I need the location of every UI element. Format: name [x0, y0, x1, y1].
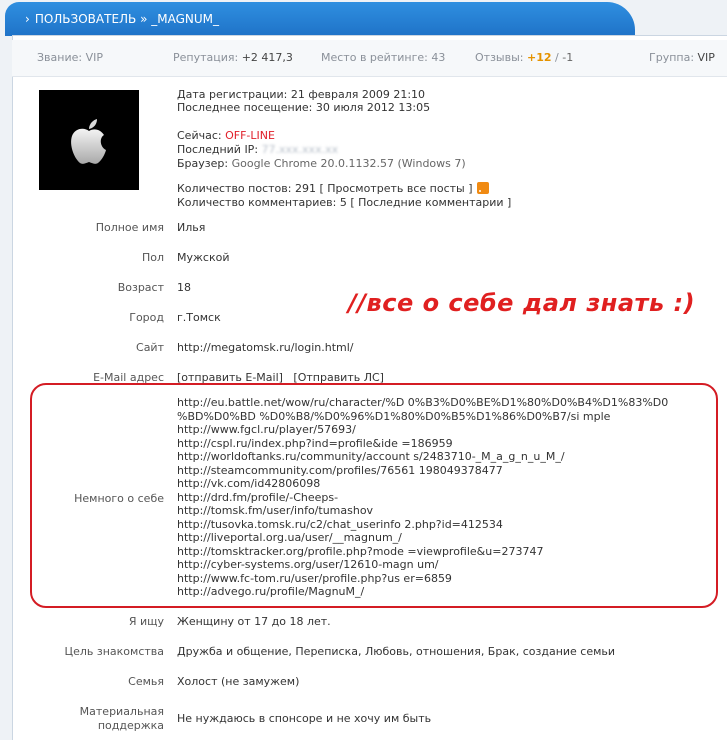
last-comments-link[interactable]: [ Последние комментарии ]	[350, 196, 511, 209]
last-visit: Последнее посещение: 30 июля 2012 13:05	[177, 101, 431, 114]
group-stat: Группа: VIP	[649, 51, 715, 64]
reviews-negative[interactable]: -1	[562, 51, 573, 64]
group-value: VIP	[697, 51, 715, 64]
support-label-line1: Материальная	[79, 705, 164, 718]
rating-place-stat: Место в рейтинге: 43	[321, 51, 445, 64]
rating-place-label: Место в рейтинге:	[321, 51, 428, 64]
rank-value: VIP	[85, 51, 103, 64]
browser-line: Браузер: Google Chrome 20.0.1132.57 (Win…	[177, 157, 466, 170]
family-label: Семья	[128, 675, 164, 688]
site-label: Сайт	[136, 341, 164, 354]
full-name-value: Илья	[177, 221, 206, 234]
city-label: Город	[129, 311, 164, 324]
sex-label: Пол	[141, 251, 164, 264]
sex-value: Мужской	[177, 251, 230, 264]
chevron-right-icon: ›	[25, 12, 30, 26]
registration-date: Дата регистрации: 21 февраля 2009 21:10	[177, 88, 426, 101]
status-line: Сейчас: OFF-LINE	[177, 129, 275, 142]
rss-icon[interactable]	[476, 182, 489, 194]
page-header-tab: › ПОЛЬЗОВАТЕЛЬ » _MAGNUM_	[5, 2, 635, 36]
family-value: Холост (не замужем)	[177, 675, 300, 688]
stats-bar: Звание: VIP Репутация: +2 417,3 Место в …	[12, 40, 727, 77]
support-label-line2: поддержка	[97, 719, 164, 732]
status-badge: OFF-LINE	[225, 129, 275, 142]
comments-count: Количество комментариев: 5	[177, 196, 347, 209]
posts-line: Количество постов: 291 [ Просмотреть все…	[177, 182, 489, 195]
rating-place-value: 43	[431, 51, 446, 64]
site-link[interactable]: http://megatomsk.ru/login.html/	[177, 341, 354, 354]
reputation-label: Репутация:	[173, 51, 239, 64]
last-ip-label: Последний IP:	[177, 143, 259, 156]
age-value: 18	[177, 281, 191, 294]
apple-logo-icon	[71, 119, 106, 164]
last-ip-line: Последний IP: 77.xxx.xxx.xx	[177, 143, 338, 156]
annotation-text: //все о себе дал знать :)	[348, 289, 696, 317]
status-label: Сейчас:	[177, 129, 222, 142]
view-all-posts-link[interactable]: [ Просмотреть все посты ]	[319, 182, 472, 195]
reputation-stat: Репутация: +2 417,3	[173, 51, 293, 64]
last-ip-value: 77.xxx.xxx.xx	[261, 143, 339, 156]
comments-line: Количество комментариев: 5 [ Последние к…	[177, 196, 511, 209]
support-value: Не нуждаюсь в спонсоре и не хочу им быть	[177, 712, 432, 725]
reviews-label: Отзывы:	[475, 51, 524, 64]
avatar	[39, 90, 139, 190]
browser-label: Браузер:	[177, 157, 229, 170]
rank-label: Звание:	[37, 51, 83, 64]
reviews-positive[interactable]: +12	[527, 51, 552, 64]
seek-label: Я ищу	[128, 615, 164, 628]
goal-label: Цель знакомства	[64, 645, 164, 658]
full-name-label: Полное имя	[95, 221, 164, 234]
posts-count: Количество постов: 291	[177, 182, 316, 195]
age-label: Возраст	[117, 281, 164, 294]
page-title: ПОЛЬЗОВАТЕЛЬ » _MAGNUM_	[34, 12, 220, 26]
reviews-separator: /	[555, 51, 559, 64]
rank-stat: Звание: VIP	[37, 51, 103, 64]
goal-value: Дружба и общение, Переписка, Любовь, отн…	[177, 645, 616, 658]
reviews-stat: Отзывы: +12 / -1	[475, 51, 573, 64]
seek-value: Женщину от 17 до 18 лет.	[177, 615, 331, 628]
group-label: Группа:	[649, 51, 695, 64]
reputation-value: +2 417,3	[241, 51, 293, 64]
highlight-outline	[30, 383, 718, 608]
city-value: г.Томск	[177, 311, 221, 324]
browser-value: Google Chrome 20.0.1132.57 (Windows 7)	[231, 157, 466, 170]
